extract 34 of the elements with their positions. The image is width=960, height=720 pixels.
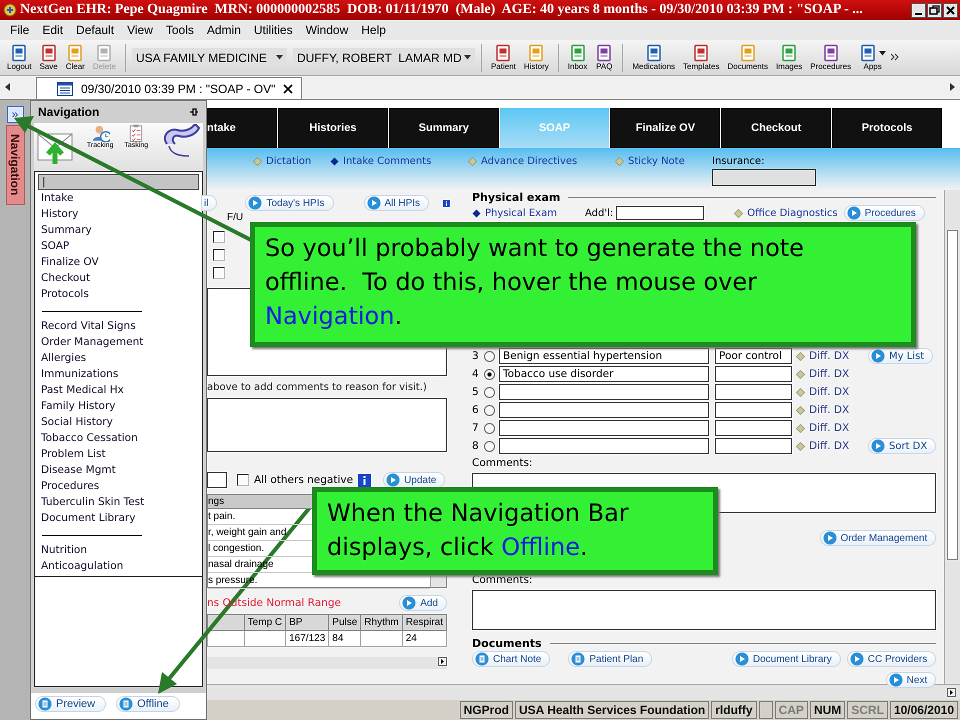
column-header: BP [286, 614, 329, 630]
row-number: 4 [472, 368, 480, 380]
row-number: 5 [472, 386, 480, 398]
column-header: Pulse [328, 614, 361, 630]
status-text: NGProd [460, 701, 513, 719]
callout-tooltip: So you’ll probably want to generate the note offline. To do this, hover the mouse over Navigation. [250, 222, 916, 347]
status-text: CAP [774, 701, 808, 719]
status-text: NUM [810, 701, 846, 719]
hint-text: above to add comments to reason for visit.) [207, 382, 428, 395]
table-cell: 24 [402, 630, 446, 646]
row-number: 7 [472, 422, 480, 434]
field-label: Comments: [472, 457, 534, 471]
status-text: 10/06/2010 [890, 701, 958, 719]
column-label: F/U [226, 212, 244, 225]
status-text: rlduffy [711, 701, 757, 719]
table-cell: 84 [328, 630, 361, 646]
status-text: USA Health Services Foundation [514, 701, 710, 719]
field-label: Insurance: [712, 156, 766, 167]
table-cell: 167/123 [286, 630, 329, 646]
column-header: Temp C [244, 614, 286, 630]
column-header: Respirat [402, 614, 446, 630]
section-title: Documents [472, 636, 542, 650]
row-number: 8 [472, 440, 480, 452]
status-text: SCRL [847, 701, 888, 719]
callout-tooltip: When the Navigation Bar displays, click Offline. [312, 487, 718, 575]
panel-title: Navigation [38, 105, 100, 119]
field-label: Add'l: [584, 208, 614, 218]
row-number: 6 [472, 404, 480, 416]
section-title: Physical exam [472, 190, 560, 204]
row-number: 3 [472, 350, 480, 362]
window-title: NextGen EHR: Pepe Quagmire MRN: 000000002585 DOB: 01/11/1970 (Male) AGE: 40 years 8 months - 09/30/2010 03:39 PM : "SOAP - ... [20, 2, 864, 18]
column-header: Rhythm [360, 614, 402, 630]
field-label: Comments: [472, 574, 534, 588]
checkbox-label: All others negative [254, 474, 354, 486]
